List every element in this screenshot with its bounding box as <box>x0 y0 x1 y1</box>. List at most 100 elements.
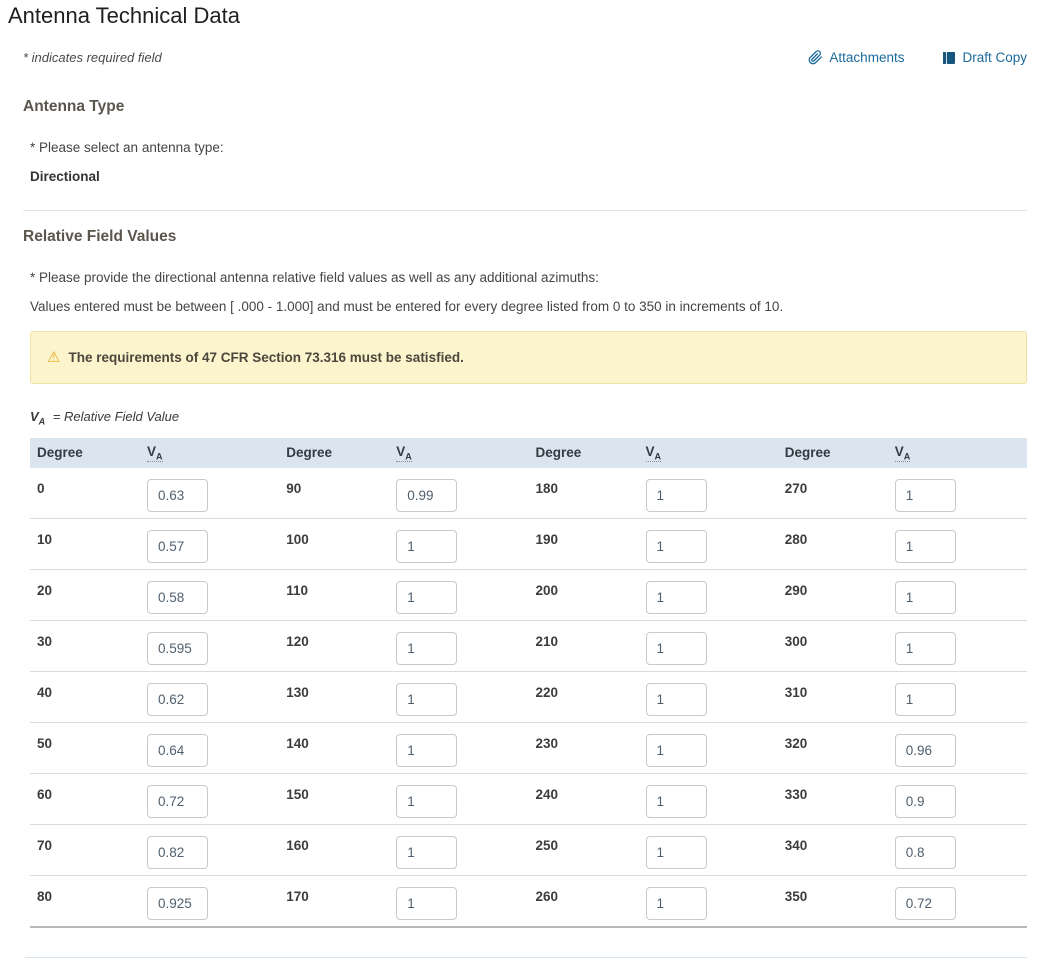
relative-field-input[interactable] <box>646 632 707 665</box>
degree-cell: 250 <box>529 825 778 875</box>
attachments-link[interactable]: Attachments <box>808 50 904 65</box>
degree-cell: 80 <box>30 876 279 926</box>
degree-label: 100 <box>286 532 309 547</box>
degree-cell: 60 <box>30 774 279 824</box>
degree-cell: 270 <box>778 468 1027 518</box>
antenna-type-value: Directional <box>30 169 1053 184</box>
degree-cell: 220 <box>529 672 778 722</box>
va-legend-text: = Relative Field Value <box>53 409 179 424</box>
header-group: Degree VA <box>529 438 778 468</box>
degree-label: 350 <box>785 889 808 904</box>
degree-label: 30 <box>37 634 52 649</box>
antenna-type-section: Antenna Type * Please select an antenna … <box>0 98 1053 184</box>
degree-label: 210 <box>536 634 559 649</box>
relative-field-input[interactable] <box>396 887 457 920</box>
degree-label: 10 <box>37 532 52 547</box>
relative-field-input[interactable] <box>646 734 707 767</box>
relative-field-input[interactable] <box>895 683 956 716</box>
degree-cell: 320 <box>778 723 1027 773</box>
relative-field-input[interactable] <box>895 785 956 818</box>
relative-field-input[interactable] <box>396 734 457 767</box>
va-header[interactable]: VA <box>147 444 163 463</box>
relative-field-input[interactable] <box>646 887 707 920</box>
va-legend: VA = Relative Field Value <box>30 409 1053 427</box>
degree-label: 160 <box>286 838 309 853</box>
degree-cell: 260 <box>529 876 778 926</box>
va-header[interactable]: VA <box>396 444 412 463</box>
relative-field-input[interactable] <box>895 836 956 869</box>
relative-field-input[interactable] <box>396 530 457 563</box>
va-header[interactable]: VA <box>895 444 911 463</box>
degree-cell: 210 <box>529 621 778 671</box>
relative-field-input[interactable] <box>895 581 956 614</box>
relative-field-input[interactable] <box>396 836 457 869</box>
relative-field-input[interactable] <box>396 632 457 665</box>
relative-field-input[interactable] <box>147 581 208 614</box>
degree-label: 90 <box>286 481 301 496</box>
relative-field-input[interactable] <box>895 632 956 665</box>
degree-label: 200 <box>536 583 559 598</box>
relative-field-input[interactable] <box>396 785 457 818</box>
toolbar-links: Attachments Draft Copy <box>808 50 1027 65</box>
relative-field-input[interactable] <box>646 581 707 614</box>
relative-field-input[interactable] <box>895 479 956 512</box>
degree-cell: 0 <box>30 468 279 518</box>
degree-cell: 70 <box>30 825 279 875</box>
meta-row: * indicates required field Attachments D… <box>23 50 1027 65</box>
relative-field-input[interactable] <box>396 479 457 512</box>
relative-field-input[interactable] <box>147 887 208 920</box>
header-group: Degree VA <box>30 438 279 468</box>
va-header[interactable]: VA <box>646 444 662 463</box>
relative-field-input[interactable] <box>147 683 208 716</box>
antenna-type-prompt: * Please select an antenna type: <box>30 140 1053 155</box>
antenna-type-heading: Antenna Type <box>23 98 1053 116</box>
table-row: 20 110 200 290 <box>30 570 1027 621</box>
relative-field-input[interactable] <box>646 530 707 563</box>
relative-field-input[interactable] <box>895 734 956 767</box>
degree-label: 270 <box>785 481 808 496</box>
degree-label: 240 <box>536 787 559 802</box>
relative-field-input[interactable] <box>147 530 208 563</box>
degree-header: Degree <box>785 438 831 468</box>
warning-text: The requirements of 47 CFR Section 73.31… <box>68 350 463 365</box>
table-header: Degree VA Degree VA Degree VA Degree VA <box>30 438 1027 468</box>
degree-cell: 30 <box>30 621 279 671</box>
degree-label: 190 <box>536 532 559 547</box>
relative-field-input[interactable] <box>147 632 208 665</box>
relative-field-input[interactable] <box>147 785 208 818</box>
degree-label: 180 <box>536 481 559 496</box>
page-title: Antenna Technical Data <box>8 3 1053 29</box>
degree-label: 220 <box>536 685 559 700</box>
relative-field-input[interactable] <box>646 479 707 512</box>
relative-field-input[interactable] <box>646 785 707 818</box>
va-symbol: VA <box>30 409 45 424</box>
degree-header: Degree <box>37 438 83 468</box>
degree-cell: 310 <box>778 672 1027 722</box>
header-group: Degree VA <box>778 438 1027 468</box>
degree-cell: 150 <box>279 774 528 824</box>
degree-label: 20 <box>37 583 52 598</box>
degree-label: 320 <box>785 736 808 751</box>
relative-field-input[interactable] <box>147 836 208 869</box>
degree-cell: 100 <box>279 519 528 569</box>
relative-field-input[interactable] <box>646 836 707 869</box>
degree-cell: 110 <box>279 570 528 620</box>
degree-label: 310 <box>785 685 808 700</box>
degree-cell: 120 <box>279 621 528 671</box>
degree-cell: 170 <box>279 876 528 926</box>
relative-field-input[interactable] <box>147 479 208 512</box>
table-row: 80 170 260 350 <box>30 876 1027 928</box>
degree-label: 140 <box>286 736 309 751</box>
draft-copy-link[interactable]: Draft Copy <box>942 50 1027 65</box>
degree-cell: 40 <box>30 672 279 722</box>
degree-cell: 240 <box>529 774 778 824</box>
relative-field-input[interactable] <box>396 581 457 614</box>
relative-field-input[interactable] <box>895 887 956 920</box>
degree-cell: 130 <box>279 672 528 722</box>
degree-label: 330 <box>785 787 808 802</box>
relative-field-input[interactable] <box>396 683 457 716</box>
relative-field-input[interactable] <box>147 734 208 767</box>
degree-cell: 160 <box>279 825 528 875</box>
relative-field-input[interactable] <box>895 530 956 563</box>
relative-field-input[interactable] <box>646 683 707 716</box>
